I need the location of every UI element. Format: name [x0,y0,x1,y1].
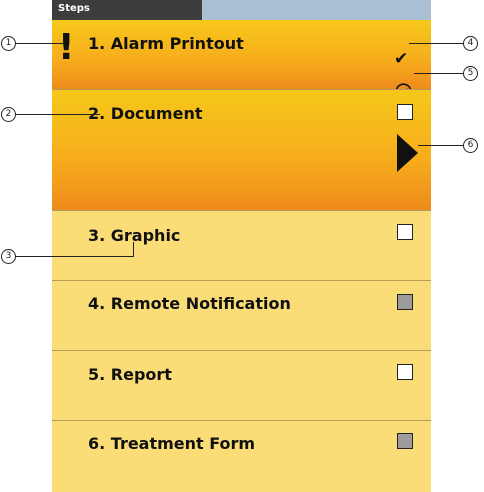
callout-leader [16,114,100,115]
step-label: 3. Graphic [88,226,181,245]
callout-leader [133,242,134,257]
step-label: 5. Report [88,365,172,384]
step-label: 6. Treatment Form [88,434,256,453]
callout-leader [16,43,64,44]
checkmark-icon: ✔ [394,49,409,69]
callout-marker: 3 [1,249,16,264]
callout-marker: 2 [1,107,16,122]
callout-marker: 4 [463,36,478,51]
step-alarm-printout[interactable]: ! 1. Alarm Printout ✔ [52,20,431,100]
step-checkbox-partial [397,433,413,449]
step-label: 1. Alarm Printout [88,34,244,53]
step-document[interactable]: 2. Document [52,90,431,211]
current-step-arrow-icon [397,134,418,172]
callout-marker: 6 [463,138,478,153]
steps-header: Steps [52,0,431,20]
steps-header-title: Steps [58,3,90,14]
step-graphic[interactable]: 3. Graphic [52,211,431,281]
step-checkbox-partial [397,294,413,310]
callout-leader [409,43,464,44]
step-report[interactable]: 5. Report [52,351,431,421]
step-treatment-form[interactable]: 6. Treatment Form [52,421,431,492]
step-checkbox-empty [397,104,413,120]
callout-marker: 5 [463,66,478,81]
step-label: 2. Document [88,104,203,123]
step-checkbox-empty [397,364,413,380]
step-remote-notification[interactable]: 4. Remote Notification [52,281,431,351]
callout-marker: 1 [1,36,16,51]
step-checkbox-empty [397,224,413,240]
steps-header-tab: Steps [52,0,202,20]
callout-leader [16,256,134,257]
steps-panel: Steps ! 1. Alarm Printout ✔ 2. Document … [52,0,431,492]
callout-leader [418,145,464,146]
callout-leader [414,73,464,74]
exclamation-icon: ! [58,27,75,68]
step-label: 4. Remote Notification [88,294,291,313]
